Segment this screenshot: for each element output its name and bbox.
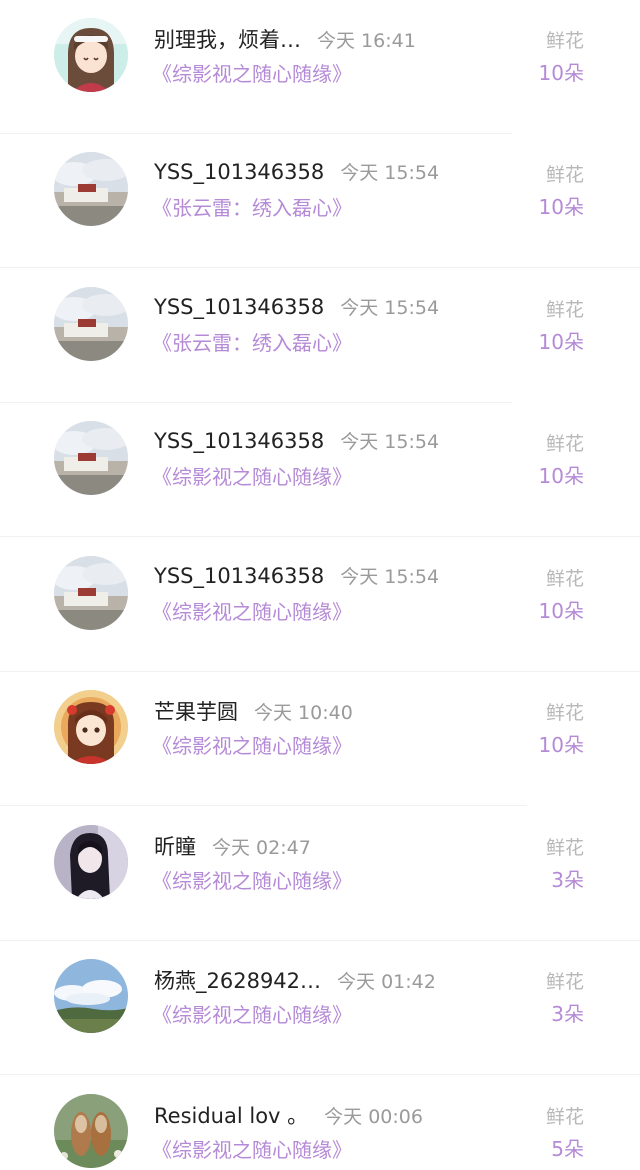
book-title-link[interactable]: 《综影视之随心随缘》 bbox=[152, 596, 352, 625]
user-name[interactable]: 杨燕_2628942… bbox=[154, 965, 321, 995]
user-avatar[interactable] bbox=[54, 18, 128, 92]
name-time-line: 杨燕_2628942… 今天 01:42 bbox=[154, 965, 436, 995]
gift-time: 今天 10:40 bbox=[254, 702, 353, 724]
book-title-link[interactable]: 《张云雷：绣入磊心》 bbox=[152, 327, 352, 356]
gift-record-row[interactable]: 昕瞳 今天 02:47 《综影视之随心随缘》 鲜花 3朵 bbox=[0, 807, 640, 941]
gift-time: 今天 15:54 bbox=[340, 566, 440, 588]
gift-record-row[interactable]: 杨燕_2628942… 今天 01:42 《综影视之随心随缘》 鲜花 3朵 bbox=[0, 941, 640, 1075]
user-avatar[interactable] bbox=[54, 690, 128, 764]
name-time-line: 昕瞳 今天 02:47 bbox=[154, 831, 311, 861]
user-name[interactable]: 昕瞳 bbox=[154, 831, 196, 861]
gift-record-list: 别理我，烦着… 今天 16:41 《综影视之随心随缘》 鲜花 10朵 YSS_101346… bbox=[0, 0, 640, 1170]
gift-type-label: 鲜花 bbox=[545, 702, 584, 724]
user-avatar[interactable] bbox=[54, 1094, 128, 1168]
gift-type-label: 鲜花 bbox=[545, 1106, 584, 1128]
gift-record-row[interactable]: YSS_101346358 今天 15:54 《综影视之随心随缘》 鲜花 10朵 bbox=[0, 403, 640, 537]
user-name[interactable]: Residual lov 。 bbox=[154, 1100, 308, 1130]
name-time-line: YSS_101346358 今天 15:54 bbox=[154, 293, 439, 323]
user-name[interactable]: YSS_101346358 bbox=[154, 160, 324, 184]
gift-count: 3朵 bbox=[551, 868, 584, 892]
sky-landscape-avatar bbox=[54, 959, 128, 1033]
user-avatar[interactable] bbox=[54, 825, 128, 899]
gift-type-label: 鲜花 bbox=[545, 568, 584, 590]
row-divider bbox=[0, 536, 640, 537]
shoes-photo-avatar bbox=[54, 1094, 128, 1168]
gift-count: 10朵 bbox=[538, 464, 584, 488]
gift-record-row[interactable]: YSS_101346358 今天 15:54 《张云雷：绣入磊心》 鲜花 10朵 bbox=[0, 134, 640, 268]
row-divider bbox=[0, 1074, 640, 1075]
row-divider bbox=[0, 267, 640, 268]
user-avatar[interactable] bbox=[54, 556, 128, 630]
gift-time: 今天 01:42 bbox=[337, 971, 436, 993]
user-name[interactable]: YSS_101346358 bbox=[154, 564, 324, 588]
name-time-line: YSS_101346358 今天 15:54 bbox=[154, 562, 439, 592]
gift-record-row[interactable]: 芒果芋圆 今天 10:40 《综影视之随心随缘》 鲜花 10朵 bbox=[0, 672, 640, 806]
gift-type-label: 鲜花 bbox=[545, 433, 584, 455]
gift-count: 10朵 bbox=[538, 61, 584, 85]
gift-record-row[interactable]: Residual lov 。今天 00:06 《综影视之随心随缘》 鲜花 5朵 bbox=[0, 1076, 640, 1170]
gift-type-label: 鲜花 bbox=[545, 299, 584, 321]
user-name[interactable]: YSS_101346358 bbox=[154, 429, 324, 453]
gift-count: 10朵 bbox=[538, 733, 584, 757]
gift-type-label: 鲜花 bbox=[545, 164, 584, 186]
palace-landscape-avatar bbox=[54, 152, 128, 226]
name-time-line: YSS_101346358 今天 15:54 bbox=[154, 158, 439, 188]
gift-time: 今天 02:47 bbox=[212, 837, 311, 859]
palace-landscape-avatar bbox=[54, 287, 128, 361]
book-title-link[interactable]: 《综影视之随心随缘》 bbox=[152, 461, 352, 490]
user-avatar[interactable] bbox=[54, 421, 128, 495]
gift-time: 今天 16:41 bbox=[317, 30, 416, 52]
book-title-link[interactable]: 《张云雷：绣入磊心》 bbox=[152, 192, 352, 221]
gift-type-label: 鲜花 bbox=[545, 30, 584, 52]
gift-count: 10朵 bbox=[538, 330, 584, 354]
gift-record-row[interactable]: YSS_101346358 今天 15:54 《张云雷：绣入磊心》 鲜花 10朵 bbox=[0, 269, 640, 403]
gift-record-row[interactable]: YSS_101346358 今天 15:54 《综影视之随心随缘》 鲜花 10朵 bbox=[0, 538, 640, 672]
palace-landscape-avatar bbox=[54, 421, 128, 495]
book-title-link[interactable]: 《综影视之随心随缘》 bbox=[152, 58, 352, 87]
gift-count: 5朵 bbox=[551, 1137, 584, 1161]
gift-count: 10朵 bbox=[538, 195, 584, 219]
gift-count: 3朵 bbox=[551, 1002, 584, 1026]
user-avatar[interactable] bbox=[54, 152, 128, 226]
dark-hair-girl-avatar bbox=[54, 825, 128, 899]
user-name[interactable]: YSS_101346358 bbox=[154, 295, 324, 319]
gift-time: 今天 15:54 bbox=[340, 431, 440, 453]
book-title-link[interactable]: 《综影视之随心随缘》 bbox=[152, 1134, 352, 1163]
book-title-link[interactable]: 《综影视之随心随缘》 bbox=[152, 865, 352, 894]
gift-time: 今天 15:54 bbox=[340, 162, 440, 184]
user-avatar[interactable] bbox=[54, 287, 128, 361]
name-time-line: YSS_101346358 今天 15:54 bbox=[154, 427, 439, 457]
name-time-line: 芒果芋圆 今天 10:40 bbox=[154, 696, 353, 726]
gift-record-row[interactable]: 别理我，烦着… 今天 16:41 《综影视之随心随缘》 鲜花 10朵 bbox=[0, 0, 640, 134]
name-time-line: Residual lov 。今天 00:06 bbox=[154, 1100, 423, 1130]
user-avatar[interactable] bbox=[54, 959, 128, 1033]
gift-time: 今天 15:54 bbox=[340, 297, 440, 319]
gift-type-label: 鲜花 bbox=[545, 971, 584, 993]
name-time-line: 别理我，烦着… 今天 16:41 bbox=[154, 24, 416, 54]
user-name[interactable]: 芒果芋圆 bbox=[154, 696, 238, 726]
anime-girl-avatar bbox=[54, 18, 128, 92]
illustrated-girl-avatar bbox=[54, 690, 128, 764]
palace-landscape-avatar bbox=[54, 556, 128, 630]
gift-count: 10朵 bbox=[538, 599, 584, 623]
gift-type-label: 鲜花 bbox=[545, 837, 584, 859]
gift-time: 今天 00:06 bbox=[324, 1106, 423, 1128]
row-divider bbox=[0, 805, 527, 806]
user-name[interactable]: 别理我，烦着… bbox=[154, 24, 301, 54]
book-title-link[interactable]: 《综影视之随心随缘》 bbox=[152, 999, 352, 1028]
book-title-link[interactable]: 《综影视之随心随缘》 bbox=[152, 730, 352, 759]
